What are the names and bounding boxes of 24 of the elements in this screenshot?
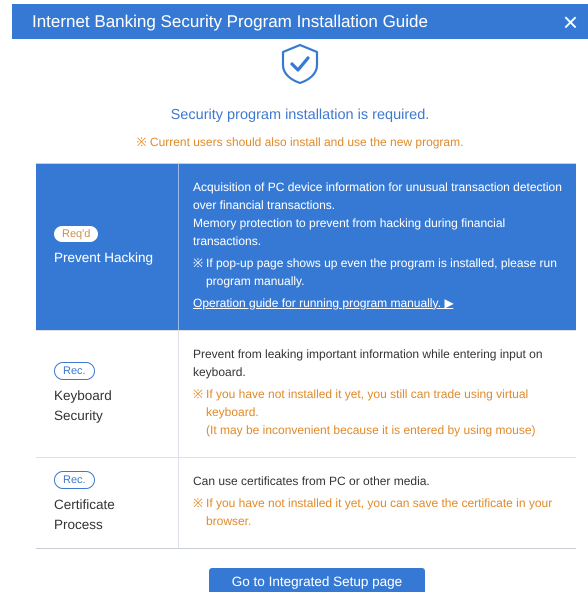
program-name: Prevent Hacking [54, 248, 154, 267]
description-text: Prevent from leaking important information while entering input on keyboard. [193, 346, 544, 381]
program-name: Certificate Process [54, 496, 116, 534]
required-tag: Req'd [54, 226, 98, 242]
notice-text: ※ Current users should also install and use the new program. [136, 134, 464, 151]
description-text: Memory protection to prevent from hacking during financial transactions. [193, 214, 506, 250]
recommended-tag: Rec. [54, 470, 95, 489]
program-name: Keyboard Security [54, 386, 113, 425]
guide-link[interactable]: Operation guide for running program manually. ▶ [193, 294, 454, 312]
note-text: If pop-up page shows up even the program is installed, please run program manually. [206, 254, 558, 290]
close-button[interactable]: × [558, 8, 582, 34]
note-mark: ※ [193, 254, 204, 272]
window-title: Internet Banking Security Program Installation Guide [32, 10, 428, 33]
recommended-tag: Rec. [54, 362, 95, 380]
setup-page-button[interactable]: Go to Integrated Setup page [209, 568, 425, 592]
note-text: If you have not installed it yet, you can save the certificate in your browser. [206, 494, 554, 530]
description-text: Can use certificates from PC or other media. [193, 472, 431, 490]
note-text: (It may be inconvenient because it is entered by using mouse) [206, 422, 536, 439]
note-mark: ※ [193, 386, 204, 403]
note-mark: ※ [193, 494, 204, 512]
description-text: Acquisition of PC device information for unusual transaction detection over financial transactions. [193, 178, 563, 214]
heading-text: Security program installation is required. [170, 106, 430, 125]
shield-check-icon [280, 43, 320, 85]
note-text: If you have not installed it yet, you still can trade using virtual keyboard. [206, 386, 530, 421]
